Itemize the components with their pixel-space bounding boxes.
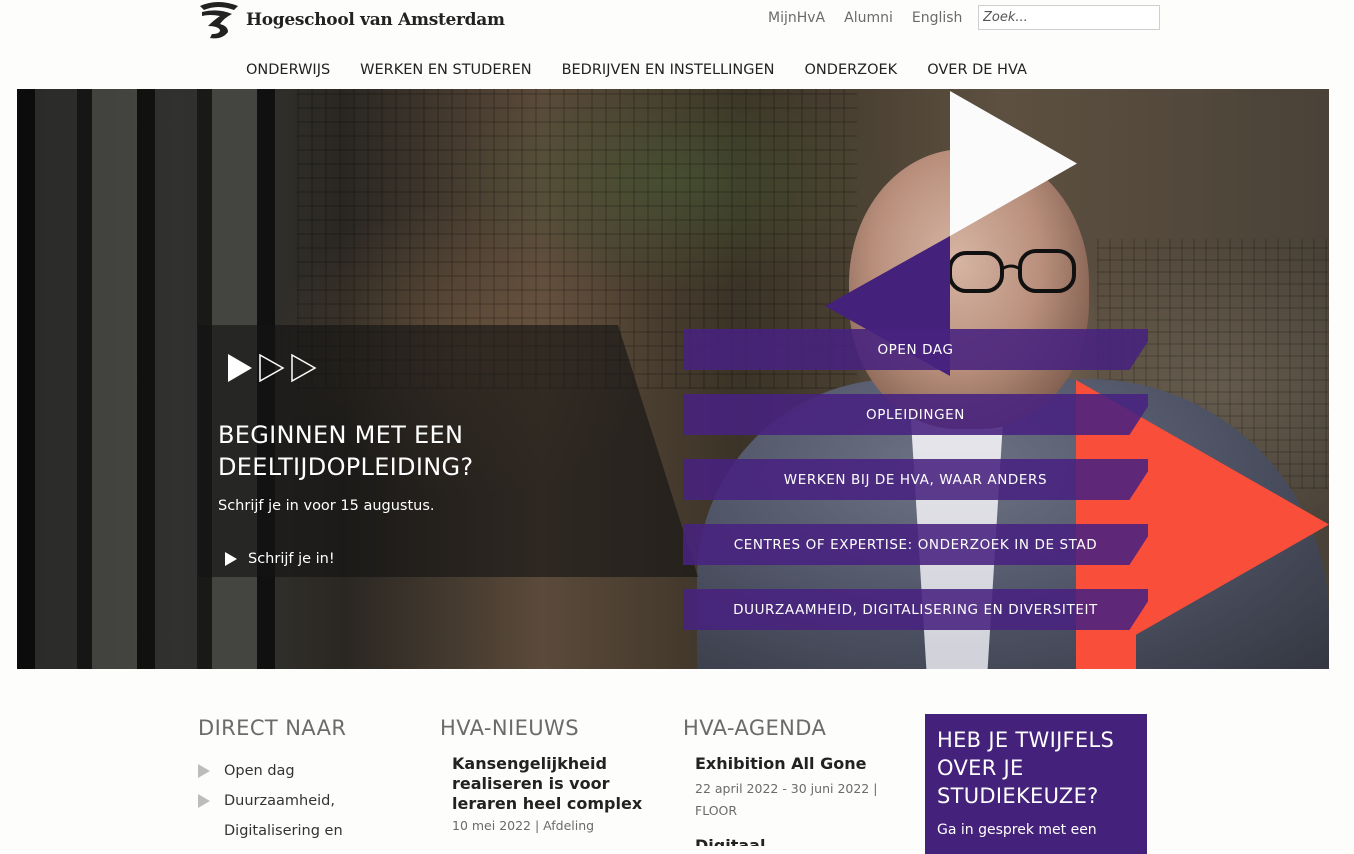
nav-item-werken-en-studeren[interactable]: WERKEN EN STUDEREN xyxy=(360,62,531,78)
direct-item-label: Duurzaamheid, Digitalisering en xyxy=(224,786,343,846)
direct-naar-title: DIRECT NAAR xyxy=(198,716,347,740)
top-link-alumni[interactable]: Alumni xyxy=(844,10,893,26)
nav-item-onderzoek[interactable]: ONDERZOEK xyxy=(805,62,898,78)
news-title: HVA-NIEUWS xyxy=(440,716,579,740)
news-item-title[interactable]: Kansengelijkheid realiseren is voor lera… xyxy=(452,754,662,814)
hero-menu-duurzaamheid[interactable]: DUURZAAMHEID, DIGITALISERING EN DIVERSIT… xyxy=(683,589,1148,630)
play-outline-icon xyxy=(291,353,317,383)
hva-logo[interactable]: Hogeschool van Amsterdam xyxy=(198,0,505,40)
top-links: MijnHvA Alumni English xyxy=(768,10,962,26)
nav-item-bedrijven[interactable]: BEDRIJVEN EN INSTELLINGEN xyxy=(562,62,775,78)
agenda-item-meta: 22 april 2022 - 30 juni 2022 | FLOOR xyxy=(695,781,878,818)
search-input[interactable] xyxy=(978,5,1160,30)
hero-banner: BEGINNEN MET EEN DEELTIJDOPLEIDING? Schr… xyxy=(17,89,1329,669)
studiekeuze-title: HEB JE TWIJFELS OVER JE STUDIEKEUZE? xyxy=(937,728,1115,808)
direct-item-label: Open dag xyxy=(224,763,295,779)
triangle-bullet-icon xyxy=(198,764,210,778)
hero-menu-werken-bij-hva[interactable]: WERKEN BIJ DE HVA, WAAR ANDERS xyxy=(683,459,1148,500)
play-icon xyxy=(225,552,237,566)
agenda-next-item-title[interactable]: Digitaal onderwijs xyxy=(695,836,815,846)
hero-menu-opleidingen[interactable]: OPLEIDINGEN xyxy=(683,394,1148,435)
hero-menu-centres-of-expertise[interactable]: CENTRES OF EXPERTISE: ONDERZOEK IN DE ST… xyxy=(683,524,1148,565)
agenda-title: HVA-AGENDA xyxy=(683,716,827,740)
studiekeuze-text: Ga in gesprek met een xyxy=(937,822,1097,838)
direct-item-duurzaamheid[interactable]: Duurzaamheid, Digitalisering en xyxy=(198,786,398,846)
promo-cta-link[interactable]: Schrijf je in! xyxy=(224,551,335,567)
promo-title: BEGINNEN MET EEN DEELTIJDOPLEIDING? xyxy=(218,421,474,481)
direct-item-line: Digitalisering en xyxy=(224,823,343,839)
hva-logo-icon xyxy=(200,2,238,39)
promo-subtitle: Schrijf je in voor 15 augustus. xyxy=(218,498,435,514)
news-item-meta: 10 mei 2022 | Afdeling xyxy=(452,818,595,833)
promo-cta-label: Schrijf je in! xyxy=(248,551,335,567)
main-nav: ONDERWIJS WERKEN EN STUDEREN BEDRIJVEN E… xyxy=(246,62,1027,78)
direct-item-line: Duurzaamheid, xyxy=(224,793,335,809)
play-outline-icon xyxy=(259,353,285,383)
agenda-item-title[interactable]: Exhibition All Gone xyxy=(695,754,866,773)
hero-menu-open-dag[interactable]: OPEN DAG xyxy=(683,329,1148,370)
triangle-bullet-icon xyxy=(198,794,210,808)
top-link-english[interactable]: English xyxy=(912,10,963,26)
nav-item-over-de-hva[interactable]: OVER DE HVA xyxy=(927,62,1027,78)
logo-text: Hogeschool van Amsterdam xyxy=(246,10,505,30)
hero-photo-glasses xyxy=(948,249,1076,293)
direct-item-open-dag[interactable]: Open dag xyxy=(198,756,398,786)
top-link-mijnhva[interactable]: MijnHvA xyxy=(768,10,825,26)
play-filled-icon xyxy=(228,354,252,382)
promo-arrows xyxy=(227,353,317,383)
studiekeuze-panel[interactable]: HEB JE TWIJFELS OVER JE STUDIEKEUZE? Ga … xyxy=(925,714,1147,854)
nav-item-onderwijs[interactable]: ONDERWIJS xyxy=(246,62,330,78)
direct-naar-list: Open dag Duurzaamheid, Digitalisering en xyxy=(198,756,398,846)
